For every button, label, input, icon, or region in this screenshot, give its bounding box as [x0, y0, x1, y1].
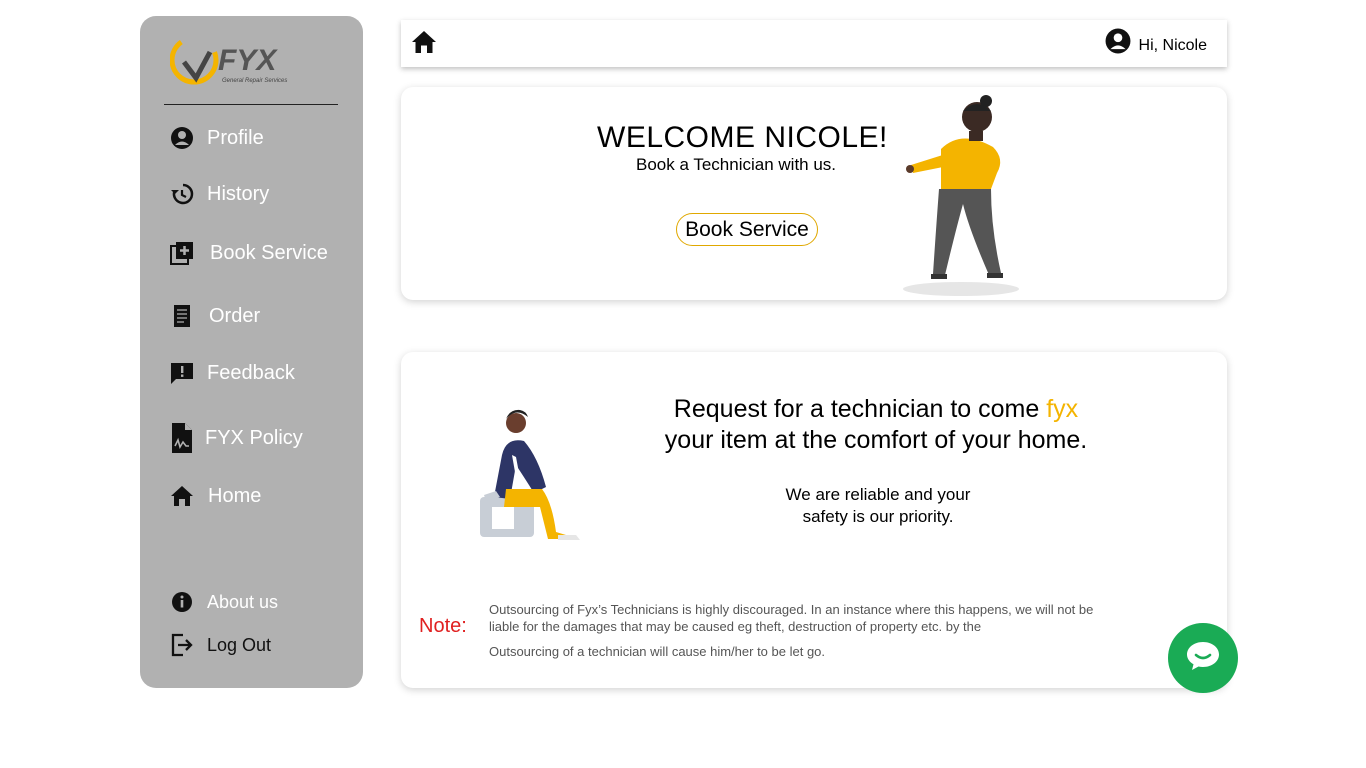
- account-circle-icon: [1105, 28, 1131, 59]
- history-icon: [170, 182, 194, 206]
- receipt-icon: [170, 304, 194, 328]
- user-greeting: Hi, Nicole: [1138, 36, 1207, 54]
- service-headline: Request for a technician to come fyx you…: [641, 394, 1111, 456]
- sidebar-item-book-service[interactable]: Book Service: [170, 241, 328, 265]
- feedback-icon: [170, 361, 194, 385]
- sidebar-item-order[interactable]: Order: [170, 304, 260, 328]
- logout-icon: [170, 633, 194, 657]
- note-text: Outsourcing of Fyx’s Technicians is high…: [489, 601, 1109, 660]
- chat-button[interactable]: [1168, 623, 1238, 693]
- headline-accent: fyx: [1046, 395, 1079, 423]
- sidebar-item-label: Feedback: [207, 361, 295, 384]
- note-label: Note:: [419, 615, 467, 637]
- sidebar-item-profile[interactable]: Profile: [170, 126, 264, 150]
- sidebar-item-history[interactable]: History: [170, 182, 269, 206]
- reliability-line2: safety is our priority.: [802, 507, 954, 526]
- top-bar: Hi, Nicole: [401, 20, 1227, 67]
- home-icon: [170, 484, 194, 508]
- sidebar-item-fyx-policy[interactable]: FYX Policy: [170, 422, 303, 454]
- chat-bubble-icon: [1186, 641, 1220, 676]
- woman-pointing-illustration: [901, 89, 1031, 299]
- sidebar-item-label: Log Out: [207, 634, 272, 655]
- note-line1: Outsourcing of Fyx’s Technicians is high…: [489, 602, 1094, 634]
- sidebar-item-feedback[interactable]: Feedback: [170, 361, 295, 385]
- welcome-card: WELCOME NICOLE! Book a Technician with u…: [401, 87, 1227, 300]
- info-card: Request for a technician to come fyx you…: [401, 352, 1227, 688]
- sidebar-item-home[interactable]: Home: [170, 484, 261, 508]
- logo-divider: [164, 104, 338, 105]
- note-line2: Outsourcing of a technician will cause h…: [489, 644, 826, 659]
- sidebar-item-label: Profile: [207, 126, 264, 149]
- sidebar-item-label: FYX Policy: [205, 426, 303, 449]
- sidebar-item-label: About us: [207, 591, 279, 612]
- sitting-man-illustration: [476, 407, 586, 542]
- library-add-icon: [170, 241, 194, 265]
- sidebar-item-label: Order: [209, 304, 261, 327]
- fyx-logo[interactable]: FYX General Repair Services: [169, 32, 300, 88]
- logo-tagline: General Repair Services: [222, 78, 287, 84]
- book-service-button[interactable]: Book Service: [676, 213, 818, 246]
- sidebar-item-log-out[interactable]: Log Out: [170, 633, 271, 657]
- reliability-text: We are reliable and your safety is our p…: [753, 484, 1003, 528]
- reliability-line1: We are reliable and your: [785, 485, 971, 504]
- info-icon: [170, 590, 194, 614]
- sidebar-item-label: Home: [208, 484, 262, 507]
- welcome-title: WELCOME NICOLE!: [597, 121, 888, 154]
- home-icon[interactable]: [411, 30, 437, 54]
- welcome-subtitle: Book a Technician with us.: [636, 155, 837, 174]
- headline-part2: your item at the comfort of your home.: [664, 426, 1088, 454]
- sidebar-item-label: History: [207, 182, 270, 205]
- document-signature-icon: [170, 422, 194, 454]
- sidebar-item-about-us[interactable]: About us: [170, 590, 278, 614]
- logo-wordmark: FYX: [218, 44, 278, 77]
- sidebar-item-label: Book Service: [210, 241, 328, 264]
- headline-part1: Request for a technician to come: [673, 395, 1047, 423]
- user-menu[interactable]: Hi, Nicole: [1105, 28, 1207, 59]
- account-circle-icon: [170, 126, 194, 150]
- sidebar: FYX General Repair Services Profile Hist…: [140, 16, 363, 688]
